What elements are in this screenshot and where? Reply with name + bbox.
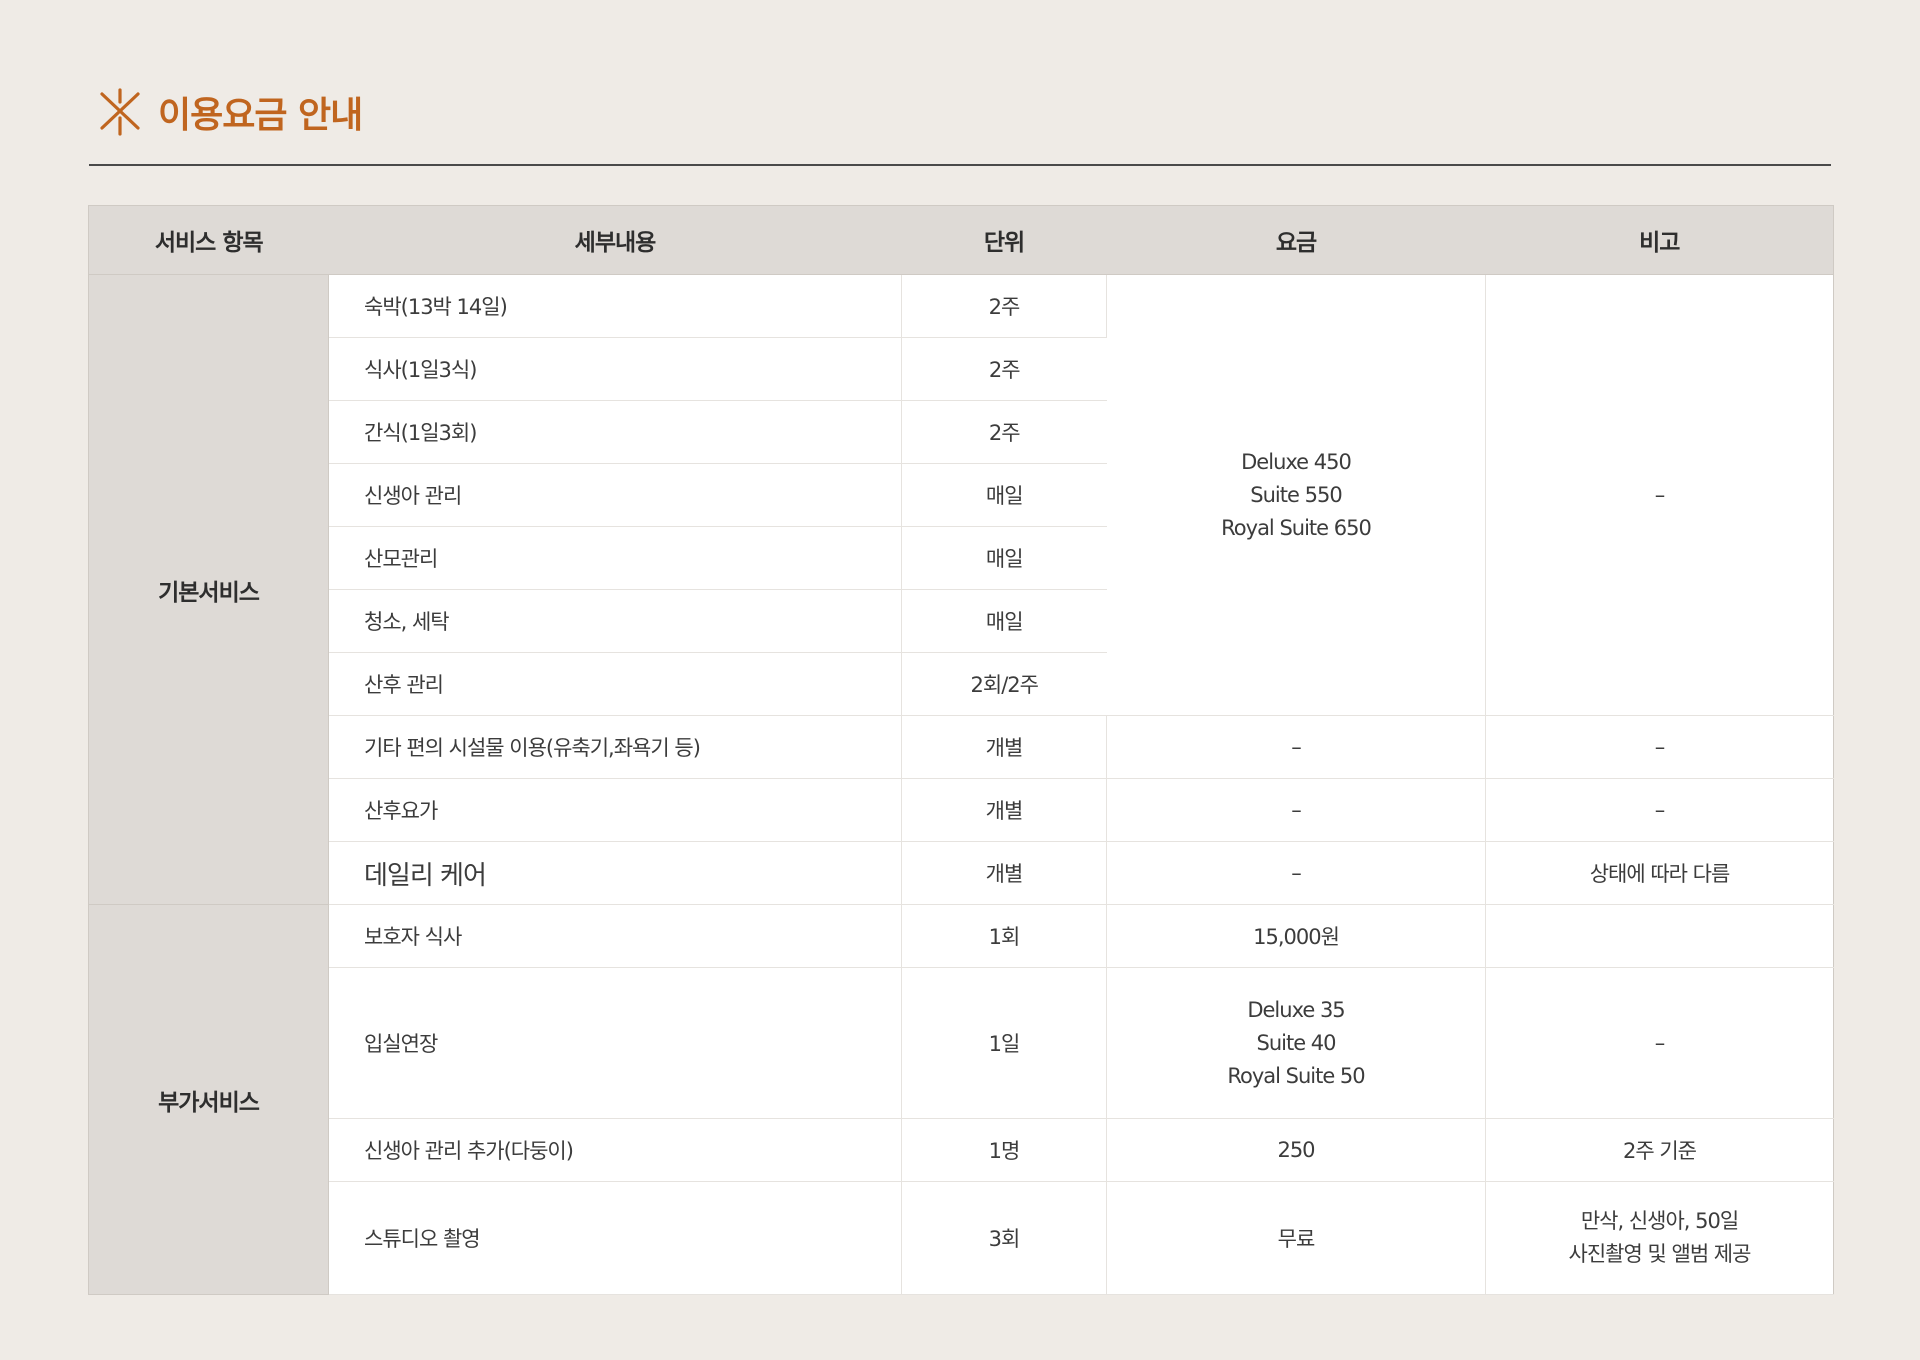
price-cell: – <box>1106 715 1486 779</box>
category-additional: 부가서비스 <box>88 904 329 1295</box>
table-row: 스튜디오 촬영 3회 무료 만삭, 신생아, 50일 사진촬영 및 앨범 제공 <box>89 1181 1834 1295</box>
unit-cell: 3회 <box>901 1181 1107 1295</box>
note-line: 만삭, 신생아, 50일 <box>1580 1209 1739 1233</box>
table-row: 신생아 관리 추가(다둥이) 1명 250 2주 기준 <box>89 1118 1834 1182</box>
price-line: Deluxe 450 <box>1241 449 1352 474</box>
price-cell: – <box>1106 778 1486 842</box>
price-cell: – <box>1106 841 1486 905</box>
column-header-unit: 단위 <box>901 205 1107 275</box>
detail-cell: 간식(1일3회) <box>328 400 902 464</box>
column-header-price: 요금 <box>1106 205 1486 275</box>
detail-cell: 청소, 세탁 <box>328 589 902 653</box>
detail-cell: 스튜디오 촬영 <box>328 1181 902 1295</box>
price-cell: 무료 <box>1106 1181 1486 1295</box>
detail-cell: 산모관리 <box>328 526 902 590</box>
detail-cell: 산후 관리 <box>328 652 902 716</box>
note-cell: 상태에 따라 다름 <box>1485 841 1834 905</box>
unit-cell: 2회/2주 <box>901 652 1107 716</box>
unit-cell: 2주 <box>901 400 1107 464</box>
detail-cell: 입실연장 <box>328 967 902 1119</box>
price-line: Suite 40 <box>1256 1030 1336 1055</box>
detail-cell: 산후요가 <box>328 778 902 842</box>
column-header-service: 서비스 항목 <box>88 205 329 275</box>
note-cell: – <box>1485 715 1834 779</box>
note-cell <box>1485 904 1834 968</box>
price-line: Royal Suite 650 <box>1221 515 1372 540</box>
unit-cell: 1일 <box>901 967 1107 1119</box>
price-line: Deluxe 35 <box>1247 997 1345 1022</box>
detail-cell: 보호자 식사 <box>328 904 902 968</box>
detail-cell: 숙박(13박 14일) <box>328 274 902 338</box>
unit-cell: 매일 <box>901 463 1107 527</box>
detail-cell: 데일리 케어 <box>328 841 902 905</box>
table-row: 기본서비스 숙박(13박 14일) 2주 Deluxe 450 Suite 55… <box>88 274 1834 905</box>
detail-cell: 식사(1일3식) <box>328 337 902 401</box>
note-cell: 만삭, 신생아, 50일 사진촬영 및 앨범 제공 <box>1485 1181 1834 1295</box>
table-row: 산후요가 개별 – – <box>89 778 1834 842</box>
unit-cell: 2주 <box>901 337 1107 401</box>
title-divider <box>89 164 1831 166</box>
category-basic: 기본서비스 <box>88 274 329 905</box>
fee-table: 서비스 항목 세부내용 단위 요금 비고 기본서비스 숙박(13박 14일) 2… <box>88 205 1834 1295</box>
table-row: 부가서비스 보호자 식사 1회 15,000원 <box>88 904 1834 1295</box>
table-header-row: 서비스 항목 세부내용 단위 요금 비고 <box>88 205 1834 275</box>
unit-cell: 매일 <box>901 589 1107 653</box>
grouped-price-cell: Deluxe 450 Suite 550 Royal Suite 650 <box>1106 274 1486 716</box>
price-line: Royal Suite 50 <box>1227 1063 1365 1088</box>
table-row: 기타 편의 시설물 이용(유축기,좌욕기 등) 개별 – – <box>89 715 1834 779</box>
price-cell: 15,000원 <box>1106 904 1486 968</box>
detail-cell: 신생아 관리 <box>328 463 902 527</box>
note-cell: 2주 기준 <box>1485 1118 1834 1182</box>
note-cell: – <box>1485 967 1834 1119</box>
unit-cell: 개별 <box>901 778 1107 842</box>
detail-cell: 기타 편의 시설물 이용(유축기,좌욕기 등) <box>328 715 902 779</box>
price-cell: Deluxe 35 Suite 40 Royal Suite 50 <box>1106 967 1486 1119</box>
price-line: Suite 550 <box>1250 482 1342 507</box>
grouped-note-cell: – <box>1485 274 1834 716</box>
sparkle-icon <box>100 88 140 136</box>
unit-cell: 1회 <box>901 904 1107 968</box>
unit-cell: 1명 <box>901 1118 1107 1182</box>
detail-cell: 신생아 관리 추가(다둥이) <box>328 1118 902 1182</box>
unit-cell: 매일 <box>901 526 1107 590</box>
unit-cell: 개별 <box>901 715 1107 779</box>
title-row: 이용요금 안내 <box>96 84 363 140</box>
page-title: 이용요금 안내 <box>158 95 363 136</box>
unit-cell: 2주 <box>901 274 1107 338</box>
table-row: 데일리 케어 개별 – 상태에 따라 다름 <box>89 841 1834 905</box>
column-header-note: 비고 <box>1485 205 1834 275</box>
table-row: 입실연장 1일 Deluxe 35 Suite 40 Royal Suite 5… <box>89 967 1834 1119</box>
page: 이용요금 안내 서비스 항목 세부내용 단위 요금 비고 기본서비스 숙박(13… <box>0 0 1920 1360</box>
price-cell: 250 <box>1106 1118 1486 1182</box>
note-cell: – <box>1485 778 1834 842</box>
unit-cell: 개별 <box>901 841 1107 905</box>
column-header-detail: 세부내용 <box>328 205 902 275</box>
note-line: 사진촬영 및 앨범 제공 <box>1568 1242 1752 1266</box>
